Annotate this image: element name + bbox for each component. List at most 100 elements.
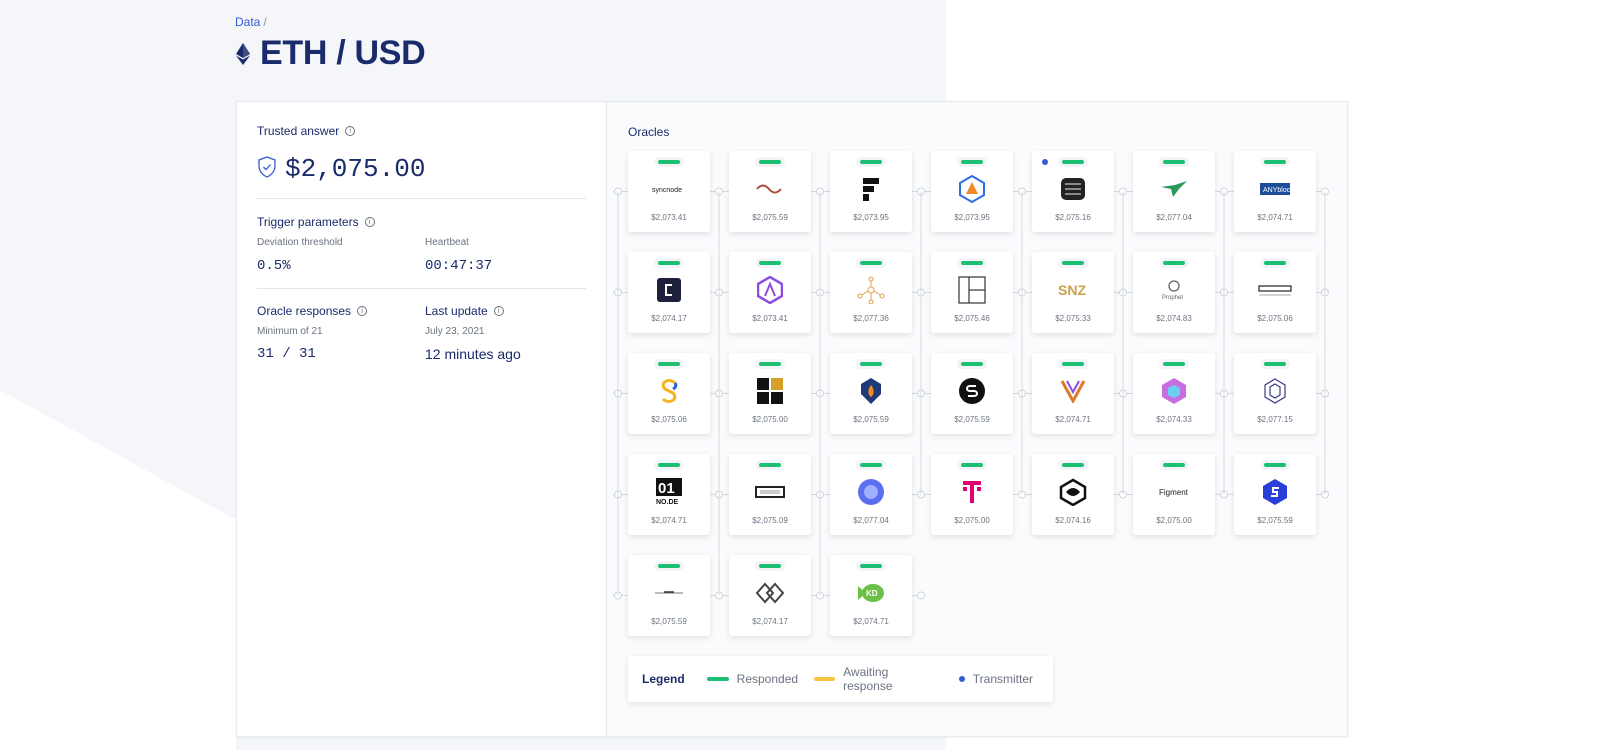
oracle-tile[interactable]: Prophet $2,074.83 [1133,252,1215,333]
a-hexagon-logo [750,276,790,304]
oracle-value: $2,074.71 [1055,415,1091,424]
feed-details-panel: Trusted answer i $2,075.00 Trigger param… [237,102,607,736]
divider [257,288,586,289]
network-nodes-logo [851,276,891,304]
oracle-value: $2,075.00 [1156,516,1192,525]
legend-transmitter-label: Transmitter [972,672,1033,686]
oracles-panel: Oracles syncnode $2,073.41 $2,075.59 $2,073… [607,102,1347,736]
breadcrumb: Data / [235,15,267,29]
oracle-status-indicator [658,564,680,568]
oracle-tile[interactable]: $2,073.95 [830,151,912,232]
oracle-tile[interactable]: $2,074.16 [1032,454,1114,535]
oracle-tile[interactable]: $2,075.59 [1234,454,1316,535]
breadcrumb-data-link[interactable]: Data [235,15,260,29]
oracle-status-indicator [961,160,983,164]
oracle-tile[interactable]: $2,074.33 [1133,353,1215,434]
shield-flame-logo [851,377,891,405]
oracle-status-indicator [1264,261,1286,265]
oracle-tile[interactable]: $2,073.95 [931,151,1013,232]
oracle-status-indicator [860,463,882,467]
legend-awaiting: Awaiting response [814,665,937,693]
oracle-tile[interactable]: $2,075.59 [830,353,912,434]
oracle-value: $2,074.16 [1055,516,1091,525]
oracle-status-indicator [1163,261,1185,265]
oracle-value: $2,075.46 [954,314,990,323]
oracle-tile[interactable]: $2,075.09 [729,454,811,535]
anyblock-logo: ANYblock [1255,175,1295,203]
svg-text:Prophet: Prophet [1162,295,1183,301]
svg-text:01: 01 [658,480,675,497]
svg-text:syncnode: syncnode [652,187,682,194]
oracle-tile[interactable]: KD $2,074.71 [830,555,912,636]
info-icon[interactable]: i [345,126,356,136]
oracle-value: $2,074.17 [752,617,788,626]
syncnode-logo: syncnode [649,175,689,203]
oracle-tile[interactable]: $2,075.00 [931,454,1013,535]
deviation-threshold: Deviation threshold 0.5% [257,237,425,274]
oracle-tile[interactable]: $2,077.04 [1133,151,1215,232]
last-update: Last update i July 23, 2021 12 minutes a… [425,304,521,362]
trusted-answer: $2,075.00 [257,154,586,184]
t-mobile-logo [952,478,992,506]
hex-outline-logo [1255,377,1295,405]
green-fish-logo: KD [851,579,891,607]
oracle-tile[interactable]: $2,075.06 [628,353,710,434]
oracle-value: $2,075.09 [752,516,788,525]
background-shape [0,390,236,520]
oracle-tile[interactable]: $2,075.16 [1032,151,1114,232]
heartbeat-label: Heartbeat [425,237,469,248]
shield-check-icon [257,155,277,183]
oracle-tile[interactable]: $2,075.00 [729,353,811,434]
oracle-tile[interactable]: $2,075.59 [931,353,1013,434]
info-icon[interactable]: i [493,306,504,316]
oracle-tile[interactable]: $2,075.06 [1234,252,1316,333]
trusted-answer-label: Trusted answer i [257,124,586,138]
oracle-tile[interactable]: syncnode $2,073.41 [628,151,710,232]
svg-text:SNZ: SNZ [1058,282,1086,298]
oracle-status-indicator [860,261,882,265]
oracles-grid: syncnode $2,073.41 $2,075.59 $2,073.95 $2,07… [607,102,1347,736]
oracle-responses-minimum: Minimum of 21 [257,326,323,337]
oracle-tile[interactable]: $2,075.59 [729,151,811,232]
info-icon[interactable]: i [357,306,368,316]
oracle-tile[interactable]: SNZ $2,075.33 [1032,252,1114,333]
oracle-tile[interactable]: Figment $2,075.00 [1133,454,1215,535]
prophet-logo: Prophet [1154,276,1194,304]
oracle-status-indicator [658,463,680,467]
oracle-status-indicator [1264,160,1286,164]
responses-section: Oracle responses i Minimum of 21 31 / 31… [257,304,586,362]
diamond-logo [750,579,790,607]
figment-logo: Figment [1154,478,1194,506]
oracle-status-indicator [1264,362,1286,366]
oracle-tile[interactable]: $2,075.46 [931,252,1013,333]
oracle-status-indicator [1062,362,1084,366]
rect-badge-logo [750,478,790,506]
oracle-status-indicator [1163,362,1185,366]
oracle-value: $2,075.06 [1257,314,1293,323]
info-icon[interactable]: i [364,217,375,227]
v-logo [1053,377,1093,405]
oracle-tile[interactable]: $2,074.71 [1032,353,1114,434]
oracle-tile[interactable]: $2,077.36 [830,252,912,333]
oracle-tile[interactable]: $2,077.15 [1234,353,1316,434]
oracle-tile[interactable]: $2,074.17 [628,252,710,333]
window-logo [952,276,992,304]
svg-text:Figment: Figment [1159,488,1189,497]
trigger-parameters-label: Trigger parameters i [257,215,586,229]
oracle-responses-label-text: Oracle responses [257,304,352,318]
legend-transmitter: Transmitter [953,672,1033,686]
deviation-threshold-value: 0.5% [257,258,291,274]
oracle-tile[interactable]: 01 NO.DE $2,074.71 [628,454,710,535]
oracle-value: $2,075.59 [853,415,889,424]
oracle-value: $2,075.00 [954,516,990,525]
oracle-tile[interactable]: $2,075.59 [628,555,710,636]
oracle-tile[interactable]: $2,073.41 [729,252,811,333]
oracle-value: $2,073.95 [853,213,889,222]
oracle-tile[interactable]: $2,074.17 [729,555,811,636]
oracle-tile[interactable]: ANYblock $2,074.71 [1234,151,1316,232]
chain-s-logo [649,377,689,405]
stack-logo [1053,175,1093,203]
awaiting-swatch [814,677,836,681]
oracle-tile[interactable]: $2,077.04 [830,454,912,535]
bird-logo [1154,175,1194,203]
